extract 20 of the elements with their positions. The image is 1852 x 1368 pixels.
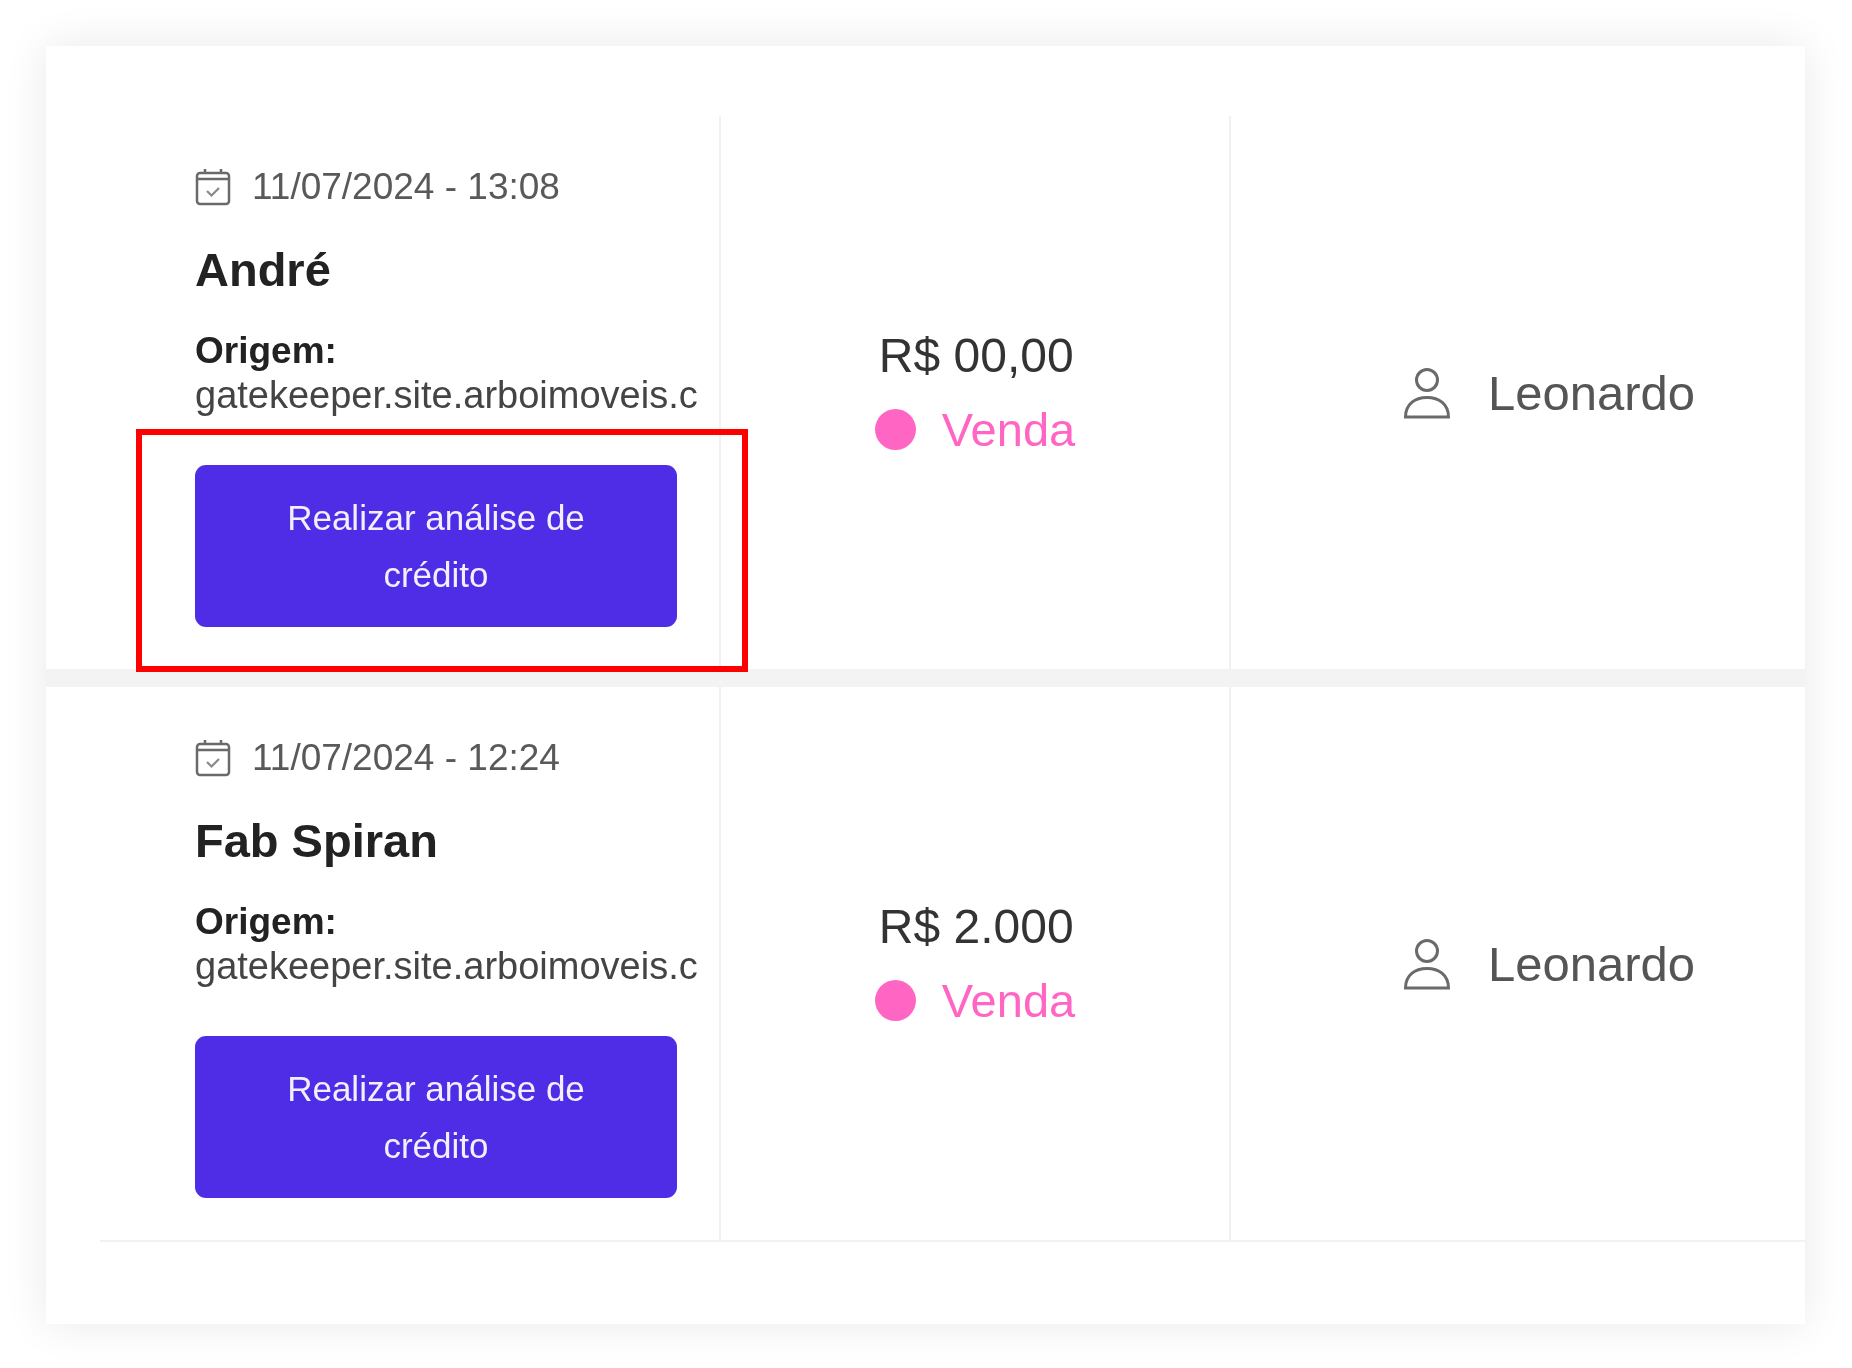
calendar-icon <box>195 168 231 206</box>
credit-analysis-button[interactable]: Realizar análise de crédito <box>195 465 677 627</box>
origin-label: Origem: <box>195 329 337 373</box>
amount-text: R$ 00,00 <box>878 327 1074 384</box>
agent-name: Leonardo <box>1488 935 1696 993</box>
calendar-icon <box>195 739 231 777</box>
deal-type-label: Venda <box>941 401 1076 458</box>
origin-url: gatekeeper.site.arboimoveis.c <box>195 373 698 417</box>
user-icon <box>1402 937 1452 990</box>
origin-url: gatekeeper.site.arboimoveis.c <box>195 944 698 988</box>
lead-name: André <box>195 242 331 298</box>
agent-name: Leonardo <box>1488 364 1696 422</box>
lead-name: Fab Spiran <box>195 813 438 869</box>
deal-type-label: Venda <box>941 972 1076 1029</box>
user-icon <box>1402 366 1452 419</box>
origin-label: Origem: <box>195 900 337 944</box>
amount-text: R$ 2.000 <box>878 898 1074 955</box>
credit-analysis-button[interactable]: Realizar análise de crédito <box>195 1036 677 1198</box>
date-text: 11/07/2024 - 12:24 <box>252 736 560 780</box>
date-text: 11/07/2024 - 13:08 <box>252 165 560 209</box>
